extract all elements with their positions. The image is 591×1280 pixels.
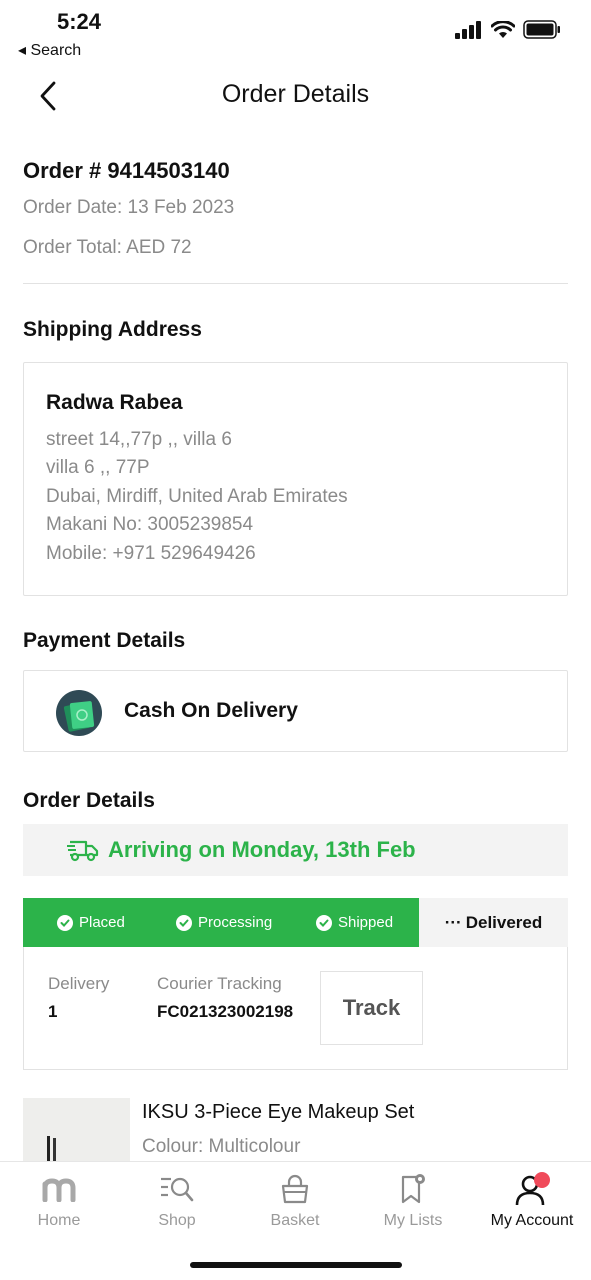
tab-label: Basket (270, 1212, 320, 1229)
delivery-number: 1 (48, 1002, 58, 1021)
arrival-date-text: Arriving on Monday, 13th Feb (108, 837, 416, 862)
notification-dot (534, 1172, 550, 1188)
battery-icon (523, 20, 560, 39)
payment-method-label: Cash On Delivery (124, 699, 298, 722)
order-progress-bar: Placed Processing Shipped ··· Delivered (23, 898, 568, 947)
status-back-link[interactable]: ◂ Search (18, 40, 81, 60)
address-city: Dubai, Mirdiff, United Arab Emirates (46, 486, 348, 507)
shipping-section-title: Shipping Address (23, 318, 202, 341)
delivery-truck-icon (67, 840, 99, 862)
step-label: Processing (198, 914, 273, 931)
tab-label: Shop (158, 1212, 196, 1229)
page-title: Order Details (221, 80, 370, 108)
address-line: villa 6 ,, 77P (46, 457, 150, 478)
check-icon (316, 914, 332, 931)
status-bar: 5:24 ◂ Search (0, 0, 591, 62)
divider (23, 283, 568, 284)
order-details-section-title: Order Details (23, 789, 155, 812)
step-label: Placed (79, 914, 125, 931)
delivery-tracking-card: Delivery 1 Courier Tracking FC0213230021… (23, 947, 568, 1070)
status-icons (455, 20, 561, 39)
order-total: Order Total: AED 72 (23, 237, 192, 258)
bottom-tab-bar: Home Shop Basket My Lists My Account (0, 1161, 591, 1280)
bookmark-icon (398, 1172, 428, 1206)
basket-icon (279, 1172, 311, 1206)
page-header: Order Details (0, 66, 591, 126)
tab-label: My Lists (383, 1212, 443, 1229)
account-icon (513, 1172, 551, 1206)
step-shipped: Shipped (316, 898, 393, 947)
step-label: Delivered (465, 912, 543, 932)
step-delivered: ··· Delivered (419, 898, 568, 947)
arrival-banner: Arriving on Monday, 13th Feb (23, 824, 568, 876)
check-icon (57, 914, 73, 931)
mobile-number: Mobile: +971 529649426 (46, 543, 256, 564)
makani-number: Makani No: 3005239854 (46, 514, 254, 535)
payment-section-title: Payment Details (23, 629, 186, 652)
address-line: street 14,,77p ,, villa 6 (46, 429, 232, 450)
tab-basket[interactable]: Basket (236, 1162, 354, 1242)
search-list-icon (159, 1172, 195, 1206)
delivery-label: Delivery (48, 974, 110, 993)
courier-tracking-label: Courier Tracking (157, 974, 282, 993)
signal-icon (455, 20, 481, 39)
tab-shop[interactable]: Shop (118, 1162, 236, 1242)
track-button[interactable]: Track (320, 971, 423, 1045)
recipient-name: Radwa Rabea (46, 391, 183, 414)
status-time: 5:24 (57, 9, 102, 34)
product-thumbnail[interactable] (23, 1098, 130, 1168)
tab-my-lists[interactable]: My Lists (354, 1162, 472, 1242)
product-name[interactable]: IKSU 3-Piece Eye Makeup Set (142, 1101, 414, 1124)
home-indicator (190, 1262, 402, 1268)
order-date: Order Date: 13 Feb 2023 (23, 197, 235, 218)
product-colour: Colour: Multicolour (142, 1136, 301, 1157)
tab-home[interactable]: Home (0, 1162, 118, 1242)
shipping-address-card: Radwa Rabea street 14,,77p ,, villa 6 vi… (23, 362, 568, 596)
tab-my-account[interactable]: My Account (473, 1162, 591, 1242)
step-label: Shipped (338, 914, 394, 931)
check-icon (176, 914, 192, 931)
courier-tracking-number: FC021323002198 (157, 1002, 294, 1021)
payment-method-card: Cash On Delivery (23, 670, 568, 752)
pending-dots-icon: ··· (444, 912, 462, 932)
tab-label: Home (37, 1212, 81, 1229)
home-logo-icon (42, 1172, 76, 1206)
order-number: Order # 9414503140 (23, 158, 230, 183)
step-placed: Placed (57, 898, 125, 947)
step-processing: Processing (176, 898, 272, 947)
cash-icon (56, 690, 102, 736)
wifi-icon (491, 20, 515, 38)
tab-label: My Account (490, 1212, 574, 1229)
